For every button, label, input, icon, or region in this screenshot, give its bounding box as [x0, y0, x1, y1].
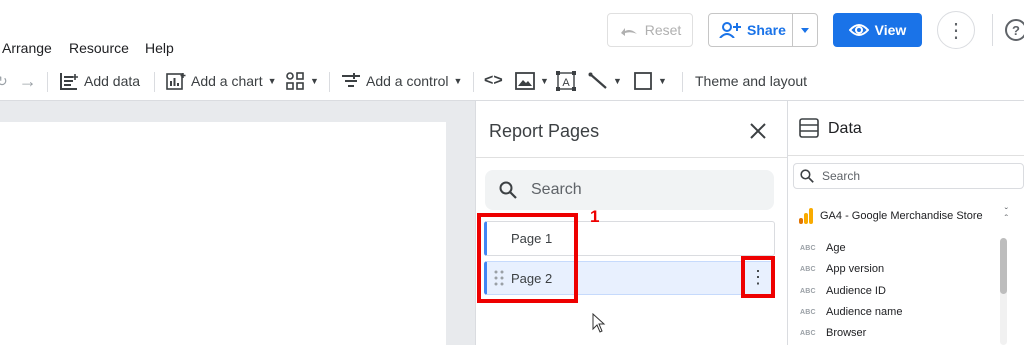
caret-down-icon: ▼	[658, 76, 667, 86]
image-button[interactable]: ▼	[515, 70, 549, 92]
text-type-icon: ABC	[800, 244, 816, 252]
arrow-right-icon: →	[18, 70, 37, 91]
text-box-icon: A	[556, 71, 576, 91]
analytics-icon	[799, 208, 813, 224]
redo-icon-partial: ↻	[0, 72, 8, 89]
view-label: View	[874, 22, 907, 38]
undo-icon	[620, 28, 637, 36]
menu-arrange[interactable]: Arrange	[2, 40, 52, 56]
toolbar-divider	[154, 72, 155, 92]
field-name: Age	[826, 242, 846, 254]
collapse-icon[interactable]: ˇˆ	[1005, 208, 1008, 225]
add-data-button[interactable]: Add data	[59, 70, 140, 92]
report-pages-search[interactable]: Search	[485, 170, 774, 210]
caret-down-icon: ▼	[613, 76, 622, 86]
caret-down-icon: ▼	[540, 76, 549, 86]
field-item[interactable]: ABC Audience name	[800, 306, 902, 318]
share-label: Share	[747, 22, 786, 38]
search-placeholder: Search	[531, 181, 582, 198]
text-type-icon: ABC	[800, 329, 816, 337]
field-item[interactable]: ABC Age	[800, 242, 846, 254]
add-data-icon	[60, 73, 78, 90]
field-name: App version	[826, 263, 885, 275]
mouse-cursor-icon	[592, 313, 606, 333]
line-button[interactable]: ▼	[588, 70, 622, 92]
text-button[interactable]: A	[556, 70, 576, 92]
shapes-grid-icon	[286, 72, 304, 90]
field-item[interactable]: ABC Browser	[800, 327, 866, 339]
shape-button[interactable]: ▼	[633, 70, 667, 92]
close-icon[interactable]	[748, 121, 768, 141]
field-name: Browser	[826, 327, 867, 339]
more-vert-icon: ⋮	[946, 19, 966, 42]
redo-button[interactable]: ↻ →	[0, 70, 37, 92]
caret-down-icon: ▼	[267, 76, 277, 86]
help-icon[interactable]: ?	[1005, 19, 1024, 41]
add-chart-button[interactable]: Add a chart ▼	[166, 70, 277, 92]
data-search-input[interactable]: Search	[793, 163, 1024, 189]
reset-button[interactable]: Reset	[607, 13, 693, 47]
report-pages-title: Report Pages	[489, 121, 600, 141]
add-control-button[interactable]: Add a control ▼	[341, 70, 462, 92]
chart-icon	[166, 73, 186, 90]
add-person-icon	[719, 22, 741, 38]
reset-label: Reset	[644, 22, 682, 38]
field-item[interactable]: ABC Audience ID	[800, 285, 886, 297]
data-source-header[interactable]: GA4 - Google Merchandise Store ˇˆ	[798, 208, 1008, 225]
report-page-canvas[interactable]	[0, 122, 446, 345]
menu-help[interactable]: Help	[145, 40, 174, 56]
share-button[interactable]: Share	[708, 13, 818, 47]
caret-down-icon: ▼	[310, 76, 319, 86]
svg-text:A: A	[562, 77, 570, 89]
data-source-name: GA4 - Google Merchandise Store	[820, 210, 983, 222]
more-vert-icon: ⋮	[749, 266, 767, 287]
data-panel-title: Data	[828, 120, 862, 137]
search-icon	[499, 181, 517, 199]
annotation-number-1: 1	[590, 207, 600, 226]
eye-icon	[848, 24, 869, 36]
share-dropdown[interactable]	[793, 27, 817, 33]
add-control-label: Add a control	[366, 73, 449, 89]
divider	[992, 14, 993, 46]
toolbar-divider	[682, 72, 683, 92]
view-button[interactable]: View	[833, 13, 922, 47]
page-options-button[interactable]: ⋮	[741, 256, 775, 298]
toolbar-divider	[329, 72, 330, 92]
toolbar-divider	[47, 72, 48, 92]
filter-control-icon	[342, 73, 360, 87]
caret-down-icon: ▼	[453, 76, 463, 86]
embed-url-button[interactable]: <>	[484, 70, 503, 92]
search-placeholder: Search	[822, 169, 861, 183]
divider	[476, 157, 787, 158]
theme-layout-button[interactable]: Theme and layout	[695, 70, 807, 92]
field-name: Audience ID	[826, 285, 886, 297]
scrollbar-thumb[interactable]	[1000, 238, 1007, 294]
text-type-icon: ABC	[800, 287, 816, 295]
code-icon: <>	[484, 72, 503, 89]
rectangle-icon	[634, 72, 652, 90]
theme-layout-label: Theme and layout	[695, 73, 808, 89]
field-item[interactable]: ABC App version	[800, 263, 884, 275]
community-viz-button[interactable]: ▼	[285, 70, 319, 92]
text-type-icon: ABC	[800, 308, 816, 316]
caret-down-icon	[801, 27, 809, 33]
annotation-highlight-box	[477, 213, 578, 303]
toolbar-divider	[473, 72, 474, 92]
search-icon	[800, 169, 814, 183]
add-chart-label: Add a chart	[191, 73, 263, 89]
table-icon	[799, 118, 819, 138]
menu-resource[interactable]: Resource	[69, 40, 129, 56]
image-icon	[515, 72, 535, 90]
divider	[788, 155, 1024, 156]
more-options-button[interactable]: ⋮	[937, 11, 975, 49]
line-icon	[588, 72, 607, 89]
text-type-icon: ABC	[800, 265, 816, 273]
add-data-label: Add data	[84, 73, 141, 89]
field-name: Audience name	[826, 306, 903, 318]
